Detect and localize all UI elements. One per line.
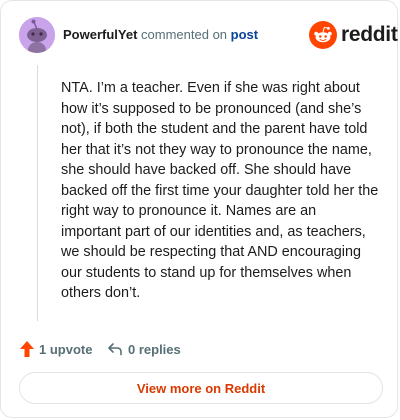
comment-header: PowerfulYet commented on post reddit bbox=[19, 17, 398, 53]
snoo-avatar-icon bbox=[19, 17, 55, 53]
replies-count: 0 replies bbox=[128, 341, 181, 357]
upvote-button[interactable]: 1 upvote bbox=[19, 338, 92, 360]
comment-meta: PowerfulYet commented on post bbox=[63, 26, 258, 44]
author-name[interactable]: PowerfulYet bbox=[63, 27, 137, 42]
reddit-wordmark: reddit bbox=[341, 23, 398, 46]
upvote-count: 1 upvote bbox=[39, 341, 93, 357]
comment-body: NTA. I’m a teacher. Even if she was righ… bbox=[61, 80, 379, 301]
reddit-logo[interactable]: reddit bbox=[309, 20, 398, 50]
user-avatar[interactable] bbox=[19, 17, 55, 53]
comment-embed-card: PowerfulYet commented on post reddit NTA… bbox=[0, 0, 398, 418]
thread-line bbox=[37, 65, 38, 321]
commented-on-text: commented on bbox=[137, 27, 231, 42]
replies-button[interactable]: 0 replies bbox=[107, 338, 181, 360]
comment-actions: 1 upvote 0 replies bbox=[19, 338, 319, 360]
reply-icon bbox=[108, 343, 122, 356]
upvote-arrow-icon bbox=[20, 341, 34, 357]
reddit-snoo-icon bbox=[309, 21, 337, 49]
post-link[interactable]: post bbox=[231, 27, 258, 42]
view-more-button[interactable]: View more on Reddit bbox=[19, 372, 383, 404]
